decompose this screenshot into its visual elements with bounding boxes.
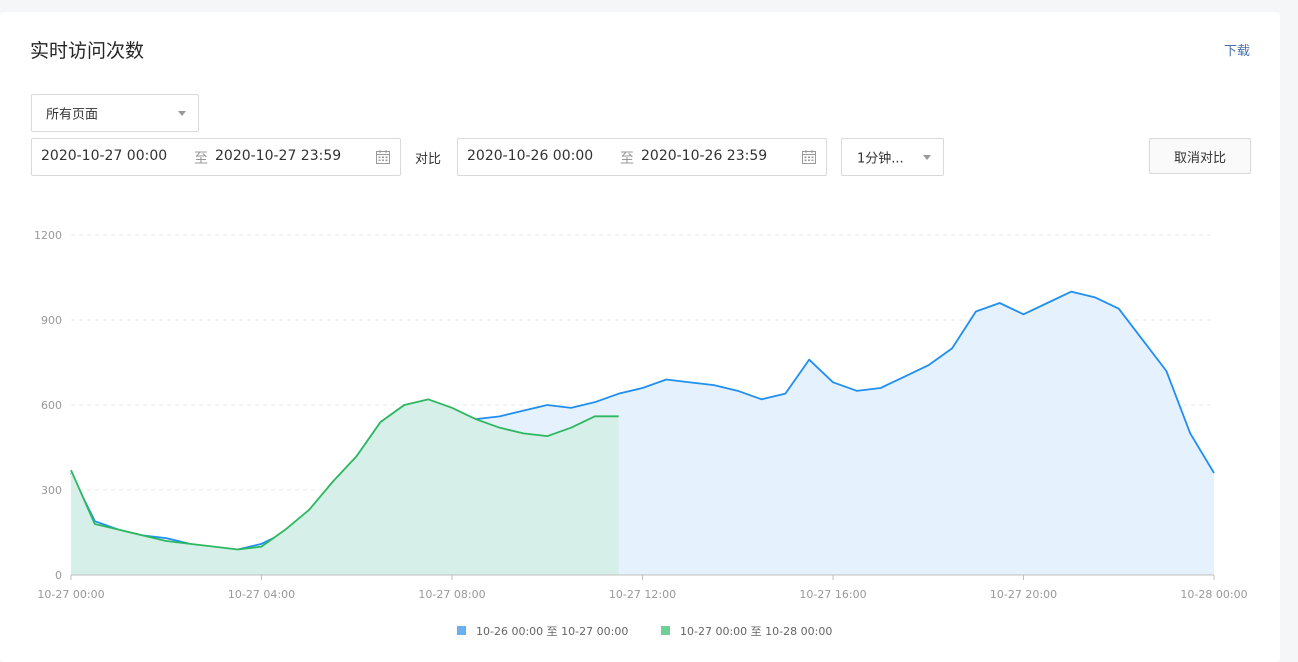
x-tick-label: 10-27 16:00	[799, 588, 866, 601]
y-tick-label: 900	[41, 314, 62, 327]
legend-swatch-1	[661, 626, 670, 635]
x-tick-label: 10-27 08:00	[418, 588, 485, 601]
legend-swatch-0	[457, 626, 466, 635]
legend-label-1: 10-27 00:00 至 10-28 00:00	[680, 625, 832, 638]
y-tick-label: 1200	[34, 229, 62, 242]
y-tick-label: 600	[41, 399, 62, 412]
x-tick-label: 10-28 00:00	[1180, 588, 1247, 601]
x-tick-label: 10-27 12:00	[609, 588, 676, 601]
x-tick-label: 10-27 00:00	[37, 588, 104, 601]
x-tick-label: 10-27 04:00	[228, 588, 295, 601]
legend-label-0: 10-26 00:00 至 10-27 00:00	[476, 625, 628, 638]
chart-card: 实时访问次数 下载 所有页面 2020-10-27 00:00 至 2020-1…	[0, 12, 1280, 662]
x-tick-label: 10-27 20:00	[990, 588, 1057, 601]
y-tick-label: 0	[55, 569, 62, 582]
y-tick-label: 300	[41, 484, 62, 497]
series-area-0	[71, 291, 1214, 575]
visits-chart: 0 300 600 900 1200 10-27 00:00 10-27 04:00 10-2…	[34, 229, 1248, 638]
